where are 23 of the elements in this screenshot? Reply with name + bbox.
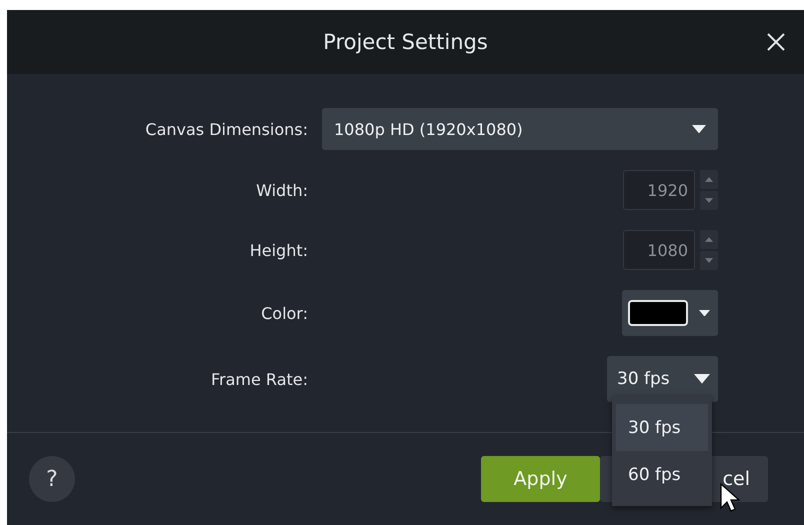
field-label: Frame Rate: (210, 370, 308, 388)
caret-up-icon (705, 177, 713, 182)
field-label: Width: (255, 180, 308, 200)
help-button[interactable]: ? (29, 456, 75, 502)
caret-down-icon (694, 374, 710, 384)
color-picker-button[interactable] (622, 290, 718, 336)
canvas-dimensions-dropdown[interactable]: 1080p HD (1920x1080) (322, 108, 718, 150)
dropdown-value: 1080p HD (1920x1080) (334, 120, 523, 138)
field-label: Height: (248, 240, 308, 260)
window-title: Project Settings (323, 30, 488, 54)
spin-down-button[interactable] (700, 251, 718, 270)
spin-down-button[interactable] (700, 191, 718, 210)
caret-down-icon (692, 124, 706, 134)
caret-down-icon (699, 310, 710, 316)
spin-up-button[interactable] (700, 230, 718, 249)
field-label: Color: (260, 304, 308, 322)
caret-down-icon (705, 258, 713, 263)
caret-up-icon (705, 237, 713, 242)
menu-item[interactable]: 30 fps (616, 404, 708, 451)
menu-item[interactable]: 60 fps (616, 451, 708, 498)
caret-down-icon (705, 198, 713, 203)
field-label: Canvas Dimensions: (144, 120, 308, 138)
spin-up-button[interactable] (700, 170, 718, 189)
